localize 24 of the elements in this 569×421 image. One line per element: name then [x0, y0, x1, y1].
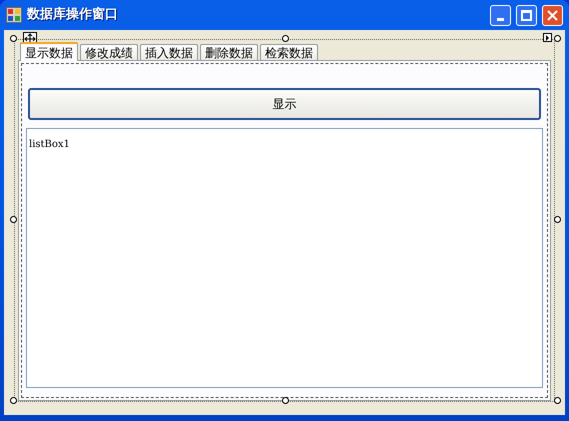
tab[interactable]: 插入数据	[140, 44, 198, 60]
resize-handle[interactable]	[282, 35, 289, 42]
tab[interactable]: 检索数据	[260, 44, 318, 60]
resize-handle[interactable]	[10, 35, 17, 42]
show-button[interactable]: 显示	[28, 88, 541, 120]
smart-tag-icon[interactable]	[543, 33, 552, 42]
tab[interactable]: 删除数据	[200, 44, 258, 60]
maximize-button[interactable]	[516, 4, 537, 26]
minimize-icon	[497, 18, 504, 20]
resize-handle[interactable]	[10, 397, 17, 404]
close-button[interactable]	[542, 4, 563, 26]
resize-handle[interactable]	[282, 397, 289, 404]
resize-handle[interactable]	[554, 397, 561, 404]
resize-handle[interactable]	[554, 35, 561, 42]
close-icon	[547, 10, 558, 20]
resize-handle[interactable]	[10, 216, 17, 223]
list-box-label: listBox1	[29, 139, 70, 150]
minimize-button[interactable]	[490, 4, 511, 26]
window-title: 数据库操作窗口	[27, 6, 119, 24]
tab[interactable]: 修改成绩	[80, 44, 138, 60]
tab[interactable]: 显示数据	[20, 42, 78, 61]
resize-handle[interactable]	[554, 216, 561, 223]
maximize-icon	[521, 10, 532, 20]
app-icon	[6, 7, 22, 23]
